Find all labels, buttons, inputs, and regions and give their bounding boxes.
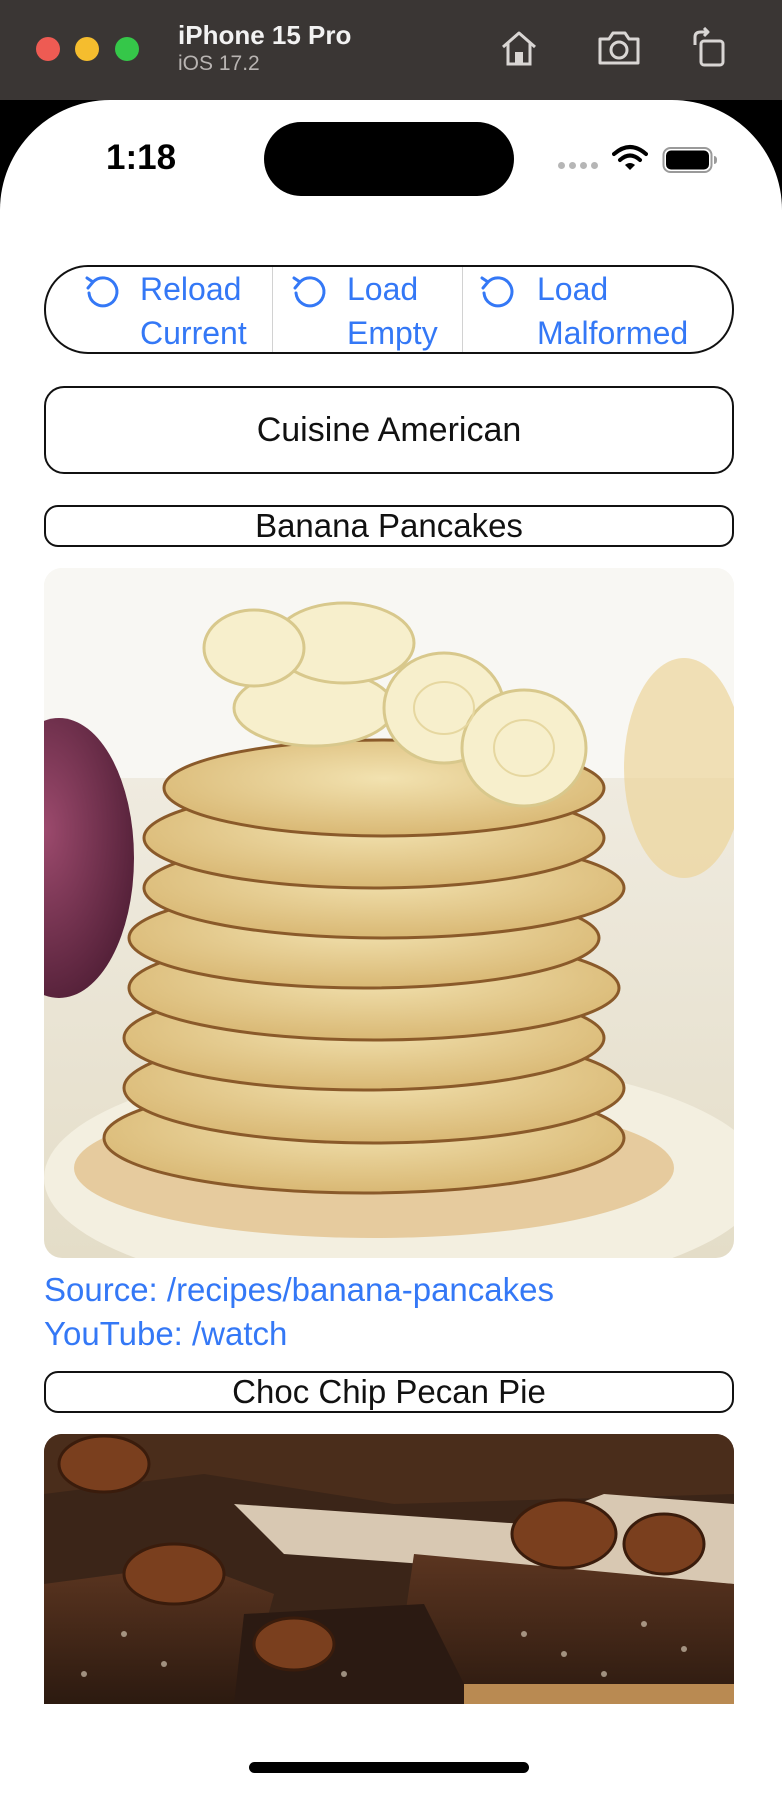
load-empty-label: Load Empty bbox=[347, 271, 438, 351]
zoom-window-button[interactable] bbox=[115, 37, 139, 61]
dynamic-island bbox=[264, 122, 514, 196]
reload-current-button[interactable]: Reload Current bbox=[46, 267, 272, 352]
recipe-photo bbox=[44, 568, 734, 1258]
recipe-name-button[interactable]: Banana Pancakes bbox=[44, 505, 734, 547]
recipe-youtube-link[interactable]: YouTube: /watch bbox=[44, 1315, 287, 1353]
reload-icon bbox=[292, 276, 326, 308]
home-icon bbox=[502, 31, 536, 66]
reload-segmented-control: Reload Current Load Empty Load Malformed bbox=[44, 265, 734, 354]
simulator-title-bar: iPhone 15 Pro iOS 17.2 bbox=[0, 0, 782, 100]
recipe-source-link[interactable]: Source: /recipes/banana-pancakes bbox=[44, 1271, 554, 1309]
cuisine-button[interactable]: Cuisine American bbox=[44, 386, 734, 474]
device-screen: 1:18 Reload Current Load Empty Load Malf… bbox=[0, 100, 782, 1800]
reload-icon bbox=[480, 276, 514, 308]
device-name: iPhone 15 Pro bbox=[178, 20, 352, 50]
status-time: 1:18 bbox=[106, 138, 177, 177]
wifi-icon bbox=[612, 145, 648, 170]
load-malformed-button[interactable]: Load Malformed bbox=[462, 267, 732, 352]
rotate-icon bbox=[693, 27, 725, 67]
home-indicator[interactable] bbox=[249, 1762, 529, 1773]
battery-icon bbox=[662, 147, 717, 173]
screenshot-icon bbox=[598, 31, 640, 65]
recipe-name-button[interactable]: Choc Chip Pecan Pie bbox=[44, 1371, 734, 1413]
minimize-window-button[interactable] bbox=[75, 37, 99, 61]
rotate-button[interactable] bbox=[686, 24, 734, 72]
os-version: iOS 17.2 bbox=[178, 52, 260, 75]
reload-current-label: Reload Current bbox=[140, 271, 247, 351]
cellular-signal-icon bbox=[558, 162, 598, 169]
load-empty-button[interactable]: Load Empty bbox=[272, 267, 462, 352]
close-window-button[interactable] bbox=[36, 37, 60, 61]
recipe-photo bbox=[44, 1434, 734, 1704]
load-malformed-label: Load Malformed bbox=[537, 271, 689, 351]
reload-icon bbox=[85, 276, 119, 308]
home-button[interactable] bbox=[495, 24, 543, 72]
screenshot-button[interactable] bbox=[595, 24, 643, 72]
